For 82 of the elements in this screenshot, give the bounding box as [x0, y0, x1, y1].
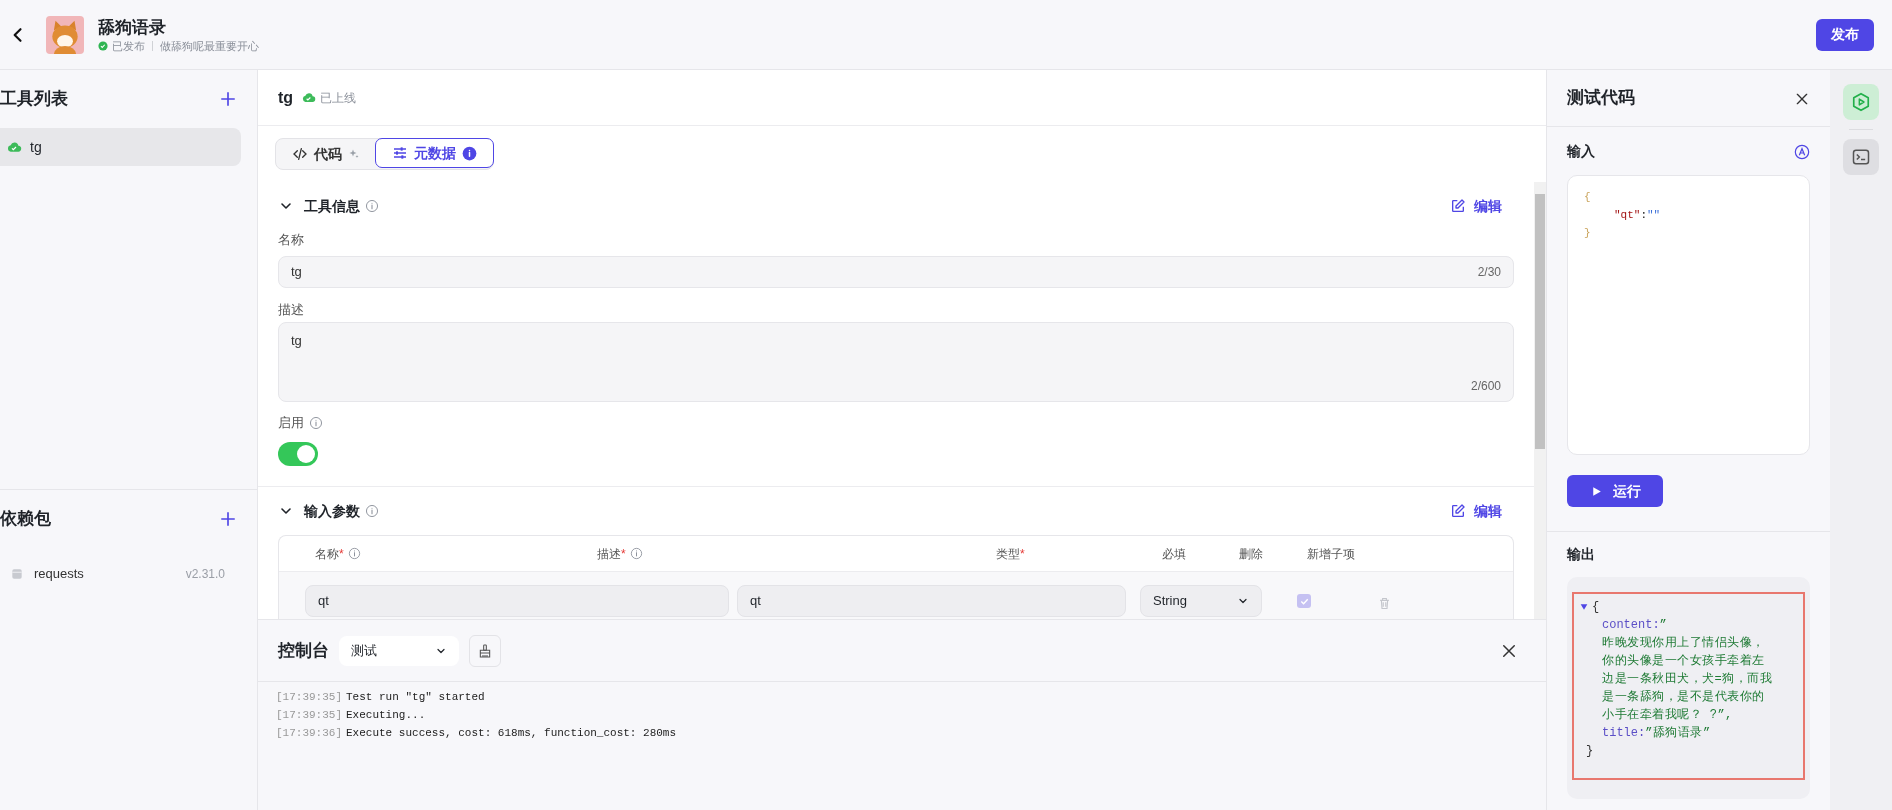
json-text-line: 小手在牵着我呢？ ?”, — [1601, 707, 1734, 724]
dog-avatar — [46, 15, 84, 54]
info-icon — [365, 504, 379, 518]
section-title: 输入参数 — [304, 501, 360, 521]
json-input-editor[interactable]: { "qt":"" } — [1567, 175, 1810, 455]
code-icon — [292, 146, 308, 162]
input-field[interactable]: qt — [305, 585, 729, 617]
input-field[interactable]: qt — [737, 585, 1126, 617]
edit-icon — [1450, 198, 1466, 214]
description-field[interactable]: tg 2/600 — [278, 322, 1514, 402]
app-description: 做舔狗呢最重要开心 — [160, 38, 259, 53]
console-title: 控制台 — [278, 639, 329, 662]
run-button[interactable]: 运行 — [1567, 475, 1663, 507]
column-header: 名称* — [315, 545, 344, 563]
environment-select[interactable]: 测试 — [339, 635, 459, 666]
scrollbar[interactable] — [1534, 182, 1546, 619]
log-time: [17:39:35] — [276, 690, 342, 705]
package-name: requests — [34, 565, 84, 584]
tool-status: 已上线 — [320, 89, 357, 107]
trash-icon — [1377, 595, 1392, 611]
field-label: 名称 — [278, 231, 305, 249]
info-icon — [365, 199, 379, 213]
tool-name: tg — [278, 87, 294, 108]
json-brace: } — [1585, 743, 1595, 760]
json-field: content:” — [1580, 616, 1797, 634]
edit-button[interactable]: 编辑 — [1450, 195, 1502, 217]
type-select[interactable]: String — [1140, 585, 1262, 617]
add-package-button[interactable] — [219, 510, 237, 528]
json-text-line: 边是一条秋田犬，犬=狗，而我 — [1601, 671, 1774, 688]
tab[interactable]: 元数据 — [375, 138, 494, 168]
brush-icon — [477, 642, 493, 659]
expand-triangle-icon[interactable] — [1580, 603, 1588, 611]
app-title: 舔狗语录 — [98, 16, 167, 39]
add-tool-button[interactable] — [219, 90, 237, 108]
json-text-line: 你的头像是一个女孩手牵着左 — [1601, 653, 1766, 670]
plus-icon — [219, 510, 237, 528]
rail-button[interactable] — [1843, 139, 1879, 175]
cloud-icon — [301, 90, 317, 105]
info-icon — [462, 145, 477, 161]
column-header: 描述* — [597, 545, 626, 563]
json-brace: { — [1592, 599, 1600, 616]
section-title: 工具列表 — [0, 88, 68, 111]
column-header: 类型* — [996, 545, 1025, 563]
field-label: 输出 — [1566, 545, 1596, 564]
edit-button[interactable]: 编辑 — [1450, 500, 1502, 522]
log-message: Execute success, cost: 618ms, function_cost: 280ms — [346, 726, 677, 741]
log-time: [17:39:35] — [276, 708, 342, 723]
panel-title: 测试代码 — [1567, 87, 1635, 110]
json-text-line: 是一条舔狗，是不是代表你的 — [1601, 689, 1766, 706]
play-hexagon-icon — [1851, 92, 1871, 112]
tab[interactable]: 代码 — [276, 139, 376, 169]
letter-a-circle-icon — [1794, 144, 1810, 160]
publish-status: 已发布 — [112, 38, 145, 53]
format-button[interactable] — [1794, 143, 1810, 159]
field-label: 启用 — [278, 414, 304, 433]
publish-button[interactable]: 发布 — [1816, 18, 1874, 51]
section-title: 工具信息 — [304, 196, 360, 216]
toggle-switch[interactable] — [278, 442, 318, 466]
column-header: 新增子项 — [1307, 545, 1355, 563]
info-icon — [309, 416, 323, 430]
column-header: 删除 — [1239, 545, 1263, 563]
field-label: 输入 — [1567, 141, 1595, 161]
sliders-icon — [392, 145, 408, 161]
json-text-line: 昨晚发现你用上了情侣头像， — [1601, 635, 1766, 652]
edit-icon — [1450, 503, 1466, 519]
name-field[interactable]: tg 2/30 — [278, 256, 1514, 288]
log-message: Test run "tg" started — [346, 690, 485, 705]
package-version: v2.31.0 — [185, 566, 225, 583]
package-icon — [10, 567, 24, 581]
section-title: 依赖包 — [0, 508, 51, 531]
checkbox[interactable] — [1297, 594, 1311, 608]
clear-button[interactable] — [469, 634, 501, 667]
log-time: [17:39:36] — [276, 726, 342, 741]
close-icon — [1794, 91, 1810, 107]
tool-list-item[interactable]: tg — [0, 128, 241, 166]
json-field: title:”舔狗语录” — [1580, 724, 1797, 742]
log-message: Executing... — [346, 708, 426, 723]
field-label: 描述 — [278, 301, 305, 319]
plus-icon — [219, 90, 237, 108]
column-header: 必填 — [1161, 545, 1186, 563]
terminal-icon — [1851, 147, 1871, 167]
sparkle-icon — [348, 148, 360, 160]
